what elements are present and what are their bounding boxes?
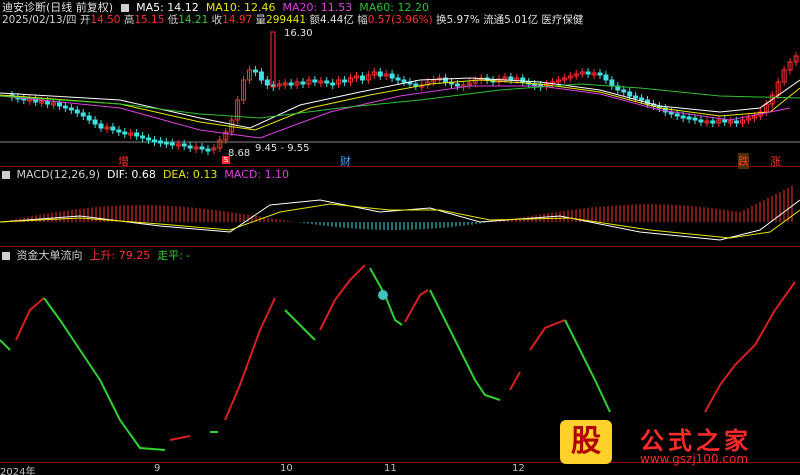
candle-body [288,82,294,86]
candle-body [80,112,86,117]
chart-canvas[interactable] [0,0,800,475]
candle-body [389,73,395,79]
candle-body [92,119,98,125]
candle-body [680,115,686,119]
candle-body [413,83,419,87]
flow-line-segment [0,339,11,351]
candle-body [62,105,68,109]
candle-body [122,131,128,135]
candle-body [140,135,146,139]
candle-body [157,140,163,144]
flow-line-segment [509,371,521,391]
flow-signal-marker [378,290,388,300]
candle-body [74,109,80,114]
candle-body [692,117,698,121]
candle-body [627,91,633,97]
candle-body [698,119,704,123]
candle-body [734,120,740,124]
candle-body [585,71,591,75]
candle-body [312,79,318,83]
flow-line-segment [704,281,796,413]
ma5-line [0,77,800,129]
candle-body [454,83,460,87]
flow-line-segment [404,289,429,323]
candle-body [609,79,615,87]
watermark-url: www.gszj100.com [640,452,749,466]
watermark-logo: 股 [560,420,612,464]
candle-body [187,145,193,149]
candle-body [258,71,264,81]
flow-line-segment [169,435,191,441]
candle-body [639,97,645,101]
candle-body [98,123,104,129]
candle-body [56,102,62,107]
flow-line-segment [224,297,276,421]
watermark-name: 公式之家 [640,427,752,455]
flow-line-segment [15,297,45,341]
flow-line-segment [564,319,611,413]
candle-body [300,81,306,85]
candle-body [252,69,258,73]
candle-body [508,76,514,81]
candle-body [330,82,336,86]
candle-body [169,142,175,146]
flow-line-segment [284,309,316,341]
candle-body [603,74,609,81]
candle-body [359,75,365,81]
candle-spike [270,31,276,88]
candle-body [395,77,401,81]
flow-line-segment [319,264,366,331]
candle-body [116,129,122,133]
candle-body [86,115,92,121]
candle-body [134,132,140,137]
candle-body [264,79,270,86]
candle-body [199,146,205,150]
candle-body [633,95,639,99]
candle-body [324,80,330,84]
flow-line-segment [43,297,166,451]
candle-body [342,79,348,83]
candle-body [45,100,51,105]
candle-body [722,119,728,123]
ma10-line [0,79,800,131]
candle-body [710,120,716,124]
candle-body [401,79,407,83]
candle-body [146,137,152,141]
candle-body [686,116,692,120]
flow-line-segment [429,289,501,401]
candle-body [205,148,211,152]
candle-body [674,113,680,117]
stock-chart-window: { "header": { "title": "迪安诊断(日线 前复权)", "… [0,0,800,475]
candle-body [621,89,627,93]
candle-body [163,141,169,145]
candle-body [377,71,383,77]
candle-body [151,139,157,143]
candle-body [597,72,603,76]
candle-body [110,126,116,131]
candle-body [68,107,74,111]
flow-line-segment [529,319,566,351]
candle-body [181,143,187,147]
